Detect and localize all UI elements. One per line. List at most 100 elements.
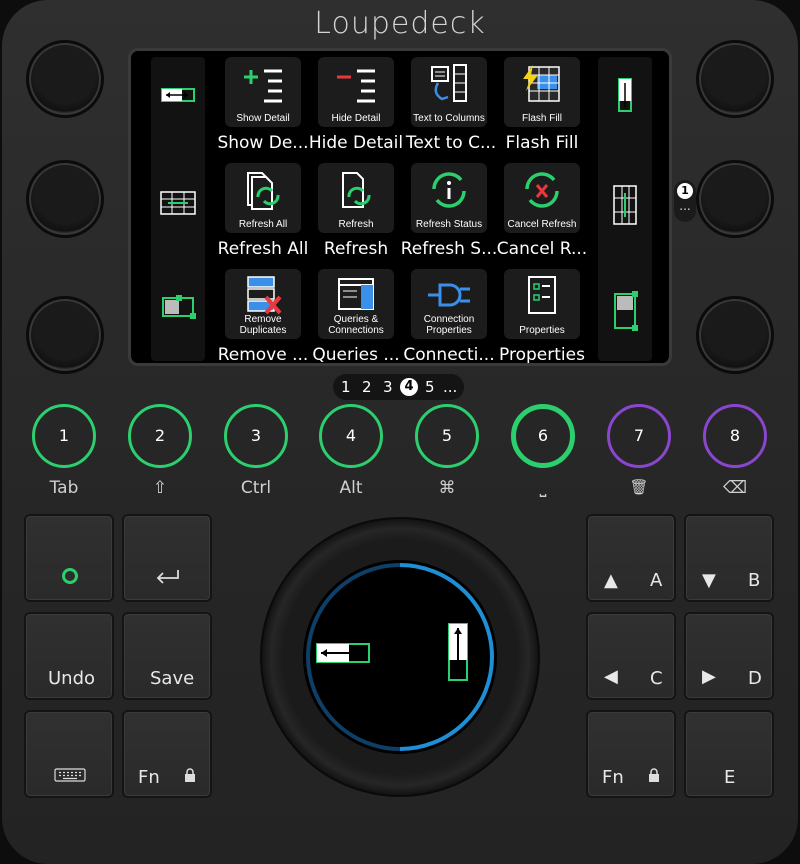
round-button-4[interactable]: 4 xyxy=(319,404,383,468)
round-button-5[interactable]: 5 xyxy=(415,404,479,468)
round-button-label-tab: Tab xyxy=(49,478,79,498)
tile-caption: Connecti... xyxy=(403,345,495,365)
key-c[interactable]: ◀ C xyxy=(586,612,676,700)
column-grid-width-icon[interactable] xyxy=(151,189,205,221)
key-fn-right[interactable]: Fn xyxy=(586,710,676,798)
trash-icon: 🗑 xyxy=(629,478,649,496)
dial-screen[interactable] xyxy=(303,560,497,754)
tile-queries-connections[interactable]: Queries & Connections xyxy=(318,269,394,339)
touch-screen: Show Detail Hide Detail Text to Columns … xyxy=(128,48,672,366)
triangle-up-icon: ▲ xyxy=(604,570,618,591)
key-keyboard[interactable] xyxy=(24,710,114,798)
refresh-icon xyxy=(342,172,371,208)
backspace-icon: ⌫ xyxy=(722,478,748,498)
enter-icon xyxy=(156,570,179,584)
round-button-1[interactable]: 1 xyxy=(32,404,96,468)
space-icon: ⎵ xyxy=(539,478,547,498)
round-button-label-ctrl: Ctrl xyxy=(240,478,272,498)
key-circle[interactable] xyxy=(24,514,114,602)
queries-connections-icon xyxy=(338,278,374,310)
knob-right-top[interactable] xyxy=(696,40,774,118)
remove-duplicates-icon xyxy=(247,276,282,315)
knob-right-middle[interactable] xyxy=(696,160,774,238)
triangle-right-icon: ▶ xyxy=(702,666,716,687)
page-current[interactable]: 4 xyxy=(400,378,418,396)
tile-caption: Queries ... xyxy=(312,345,400,365)
refresh-all-icon xyxy=(247,172,280,210)
key-save[interactable]: Save xyxy=(122,612,212,700)
tile-caption: Refresh xyxy=(323,239,389,259)
row-height-icon[interactable] xyxy=(598,75,652,119)
text-to-columns-icon xyxy=(431,64,467,102)
column-width-icon[interactable] xyxy=(316,643,370,663)
tile-remove-duplicates[interactable]: Remove Duplicates xyxy=(225,269,301,339)
properties-icon xyxy=(528,276,556,314)
right-side-strip xyxy=(598,57,652,361)
cancel-refresh-icon xyxy=(525,172,559,208)
lock-icon xyxy=(649,768,659,782)
column-width-icon[interactable] xyxy=(151,85,205,109)
key-e[interactable]: E xyxy=(684,710,774,798)
tile-caption: Text to C... xyxy=(405,133,497,153)
round-button-3[interactable]: 3 xyxy=(224,404,288,468)
autofit-row-icon[interactable] xyxy=(598,289,652,337)
triangle-left-icon: ◀ xyxy=(604,666,618,687)
autofit-icon[interactable] xyxy=(151,293,205,325)
key-enter[interactable] xyxy=(122,514,212,602)
row-height-icon[interactable] xyxy=(448,623,468,681)
tile-caption: Flash Fill xyxy=(505,133,579,153)
shift-icon: ⇧ xyxy=(152,478,168,498)
tile-caption: Remove ... xyxy=(217,345,309,365)
round-button-label-alt: Alt xyxy=(339,478,363,498)
tile-refresh[interactable]: Refresh xyxy=(318,163,394,233)
tile-connection-properties[interactable]: Connection Properties xyxy=(411,269,487,339)
round-button-6[interactable]: 6 xyxy=(511,404,575,468)
tile-text-to-columns[interactable]: Text to Columns xyxy=(411,57,487,127)
tile-hide-detail[interactable]: Hide Detail xyxy=(318,57,394,127)
lock-icon xyxy=(185,768,195,782)
plug-icon xyxy=(428,283,470,307)
tile-caption: Refresh All xyxy=(217,239,309,259)
tile-show-detail[interactable]: Show Detail xyxy=(225,57,301,127)
round-button-2[interactable]: 2 xyxy=(128,404,192,468)
tile-refresh-status[interactable]: Refresh Status xyxy=(411,163,487,233)
knob-right-bottom[interactable] xyxy=(696,296,774,374)
tile-properties[interactable]: Properties xyxy=(504,269,580,339)
page-5[interactable]: 5 xyxy=(425,374,435,400)
triangle-down-icon: ▼ xyxy=(702,570,716,591)
key-b[interactable]: ▼ B xyxy=(684,514,774,602)
keyboard-icon xyxy=(54,768,86,782)
command-icon: ⌘ xyxy=(438,478,456,498)
dial-ring xyxy=(306,563,494,751)
tile-caption: Cancel R... xyxy=(496,239,588,259)
tile-caption: Refresh S... xyxy=(400,239,498,259)
key-a[interactable]: ▲ A xyxy=(586,514,676,602)
round-button-8[interactable]: 8 xyxy=(703,404,767,468)
key-d[interactable]: ▶ D xyxy=(684,612,774,700)
page-badge[interactable]: 1 ... xyxy=(674,180,696,222)
page-3[interactable]: 3 xyxy=(383,374,393,400)
left-side-strip xyxy=(151,57,205,361)
knob-left-top[interactable] xyxy=(26,40,104,118)
tile-flash-fill[interactable]: Flash Fill xyxy=(504,57,580,127)
knob-left-middle[interactable] xyxy=(26,160,104,238)
tile-caption: Hide Detail xyxy=(308,133,404,153)
row-grid-height-icon[interactable] xyxy=(598,183,652,231)
refresh-status-icon xyxy=(432,172,466,208)
page-2[interactable]: 2 xyxy=(362,374,372,400)
hide-detail-icon xyxy=(337,69,375,103)
key-undo[interactable]: Undo xyxy=(24,612,114,700)
knob-left-bottom[interactable] xyxy=(26,296,104,374)
tile-caption: Show De... xyxy=(217,133,309,153)
page-1[interactable]: 1 xyxy=(341,374,351,400)
tile-cancel-refresh[interactable]: Cancel Refresh xyxy=(504,163,580,233)
show-detail-icon xyxy=(244,69,282,103)
tile-refresh-all[interactable]: Refresh All xyxy=(225,163,301,233)
tile-caption: Properties xyxy=(499,345,585,365)
key-fn-left[interactable]: Fn xyxy=(122,710,212,798)
page-indicator: 1 2 3 4 5 ... xyxy=(333,374,464,400)
flash-fill-icon xyxy=(523,65,560,102)
page-more[interactable]: ... xyxy=(443,374,457,400)
round-button-7[interactable]: 7 xyxy=(607,404,671,468)
circle-icon xyxy=(62,568,78,584)
